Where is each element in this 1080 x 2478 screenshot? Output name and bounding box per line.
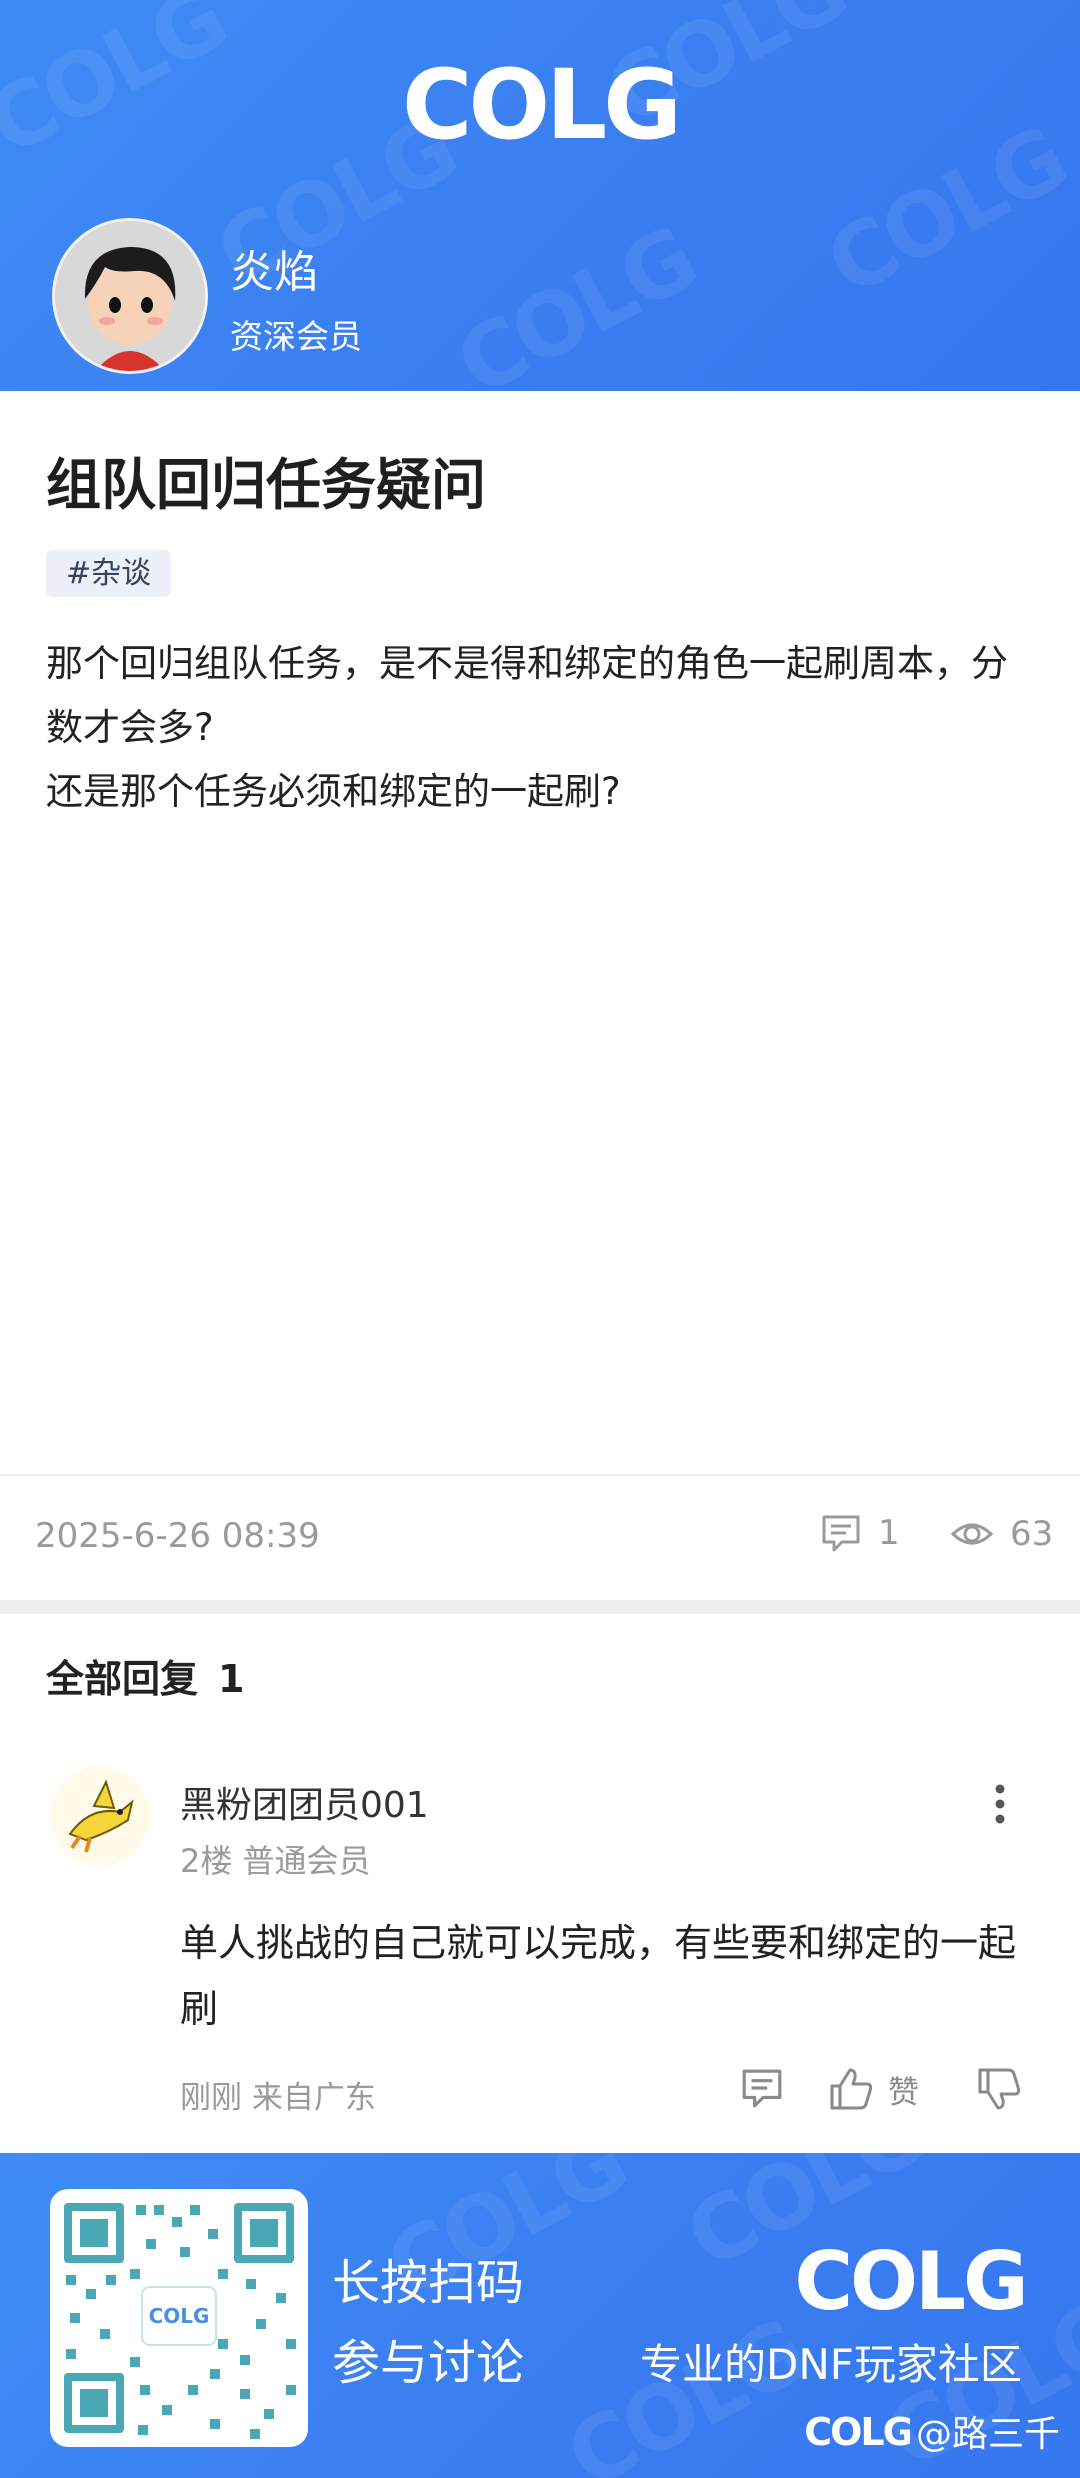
reply-username[interactable]: 黑粉团团员001 bbox=[180, 1776, 429, 1828]
watermark-pattern: COLG bbox=[440, 206, 712, 391]
svg-text:COLG: COLG bbox=[794, 2243, 1025, 2321]
comment-icon bbox=[742, 2069, 782, 2108]
scan-hint-line1: 长按扫码 bbox=[332, 2255, 525, 2311]
svg-text:COLG: COLG bbox=[149, 2304, 210, 2328]
reply-comment-button[interactable] bbox=[740, 2066, 784, 2110]
post-meta: 2025-6-26 08:39 1 63 bbox=[0, 1476, 1080, 1600]
reply-floor-level: 2楼 普通会员 bbox=[180, 1842, 371, 1880]
comment-count: 1 bbox=[878, 1513, 900, 1553]
dislike-button[interactable] bbox=[976, 2066, 1022, 2112]
eye-icon bbox=[950, 1523, 994, 1545]
watermark-pattern: COLG bbox=[810, 106, 1080, 317]
community-slogan: 专业的DNF玩家社区 bbox=[640, 2340, 1022, 2389]
scan-hint-line2: 参与讨论 bbox=[332, 2335, 525, 2391]
qr-code-icon: COLG bbox=[64, 2203, 296, 2439]
author-avatar[interactable] bbox=[52, 218, 208, 374]
more-options-icon[interactable] bbox=[976, 1780, 1024, 1828]
reply-avatar[interactable] bbox=[50, 1766, 150, 1866]
thumbs-down-icon bbox=[978, 2068, 1021, 2110]
colg-logo: COLG bbox=[794, 2243, 1028, 2321]
replies-heading: 全部回复 1 bbox=[46, 1648, 244, 1703]
comment-count-stat[interactable]: 1 bbox=[820, 1512, 900, 1554]
post-body-line: 那个回归组队任务，是不是得和绑定的角色一起刷周本，分数才会多? bbox=[46, 642, 1008, 749]
credit-username: @路三千 bbox=[915, 2414, 1060, 2455]
author-level: 资深会员 bbox=[230, 317, 362, 356]
post-title: 组队回归任务疑问 bbox=[46, 453, 487, 517]
view-count-stat: 63 bbox=[950, 1512, 1053, 1556]
colg-small-logo: COLG bbox=[806, 2411, 910, 2451]
like-label: 赞 bbox=[888, 2074, 919, 2111]
reply-time-location: 刚刚 来自广东 bbox=[180, 2080, 376, 2116]
svg-text:COLG: COLG bbox=[806, 2411, 910, 2451]
post-header: COLG COLG COLG COLG COLG COLG 炎焰 资深会员 bbox=[0, 0, 1080, 391]
share-banner: COLG COLG COLG COLG COLG 长按扫码 参与讨论 COLG … bbox=[0, 2153, 1080, 2478]
cartoon-boy-avatar-icon bbox=[55, 221, 205, 371]
replies-count: 1 bbox=[218, 1657, 245, 1701]
watermark-pattern: COLG bbox=[0, 0, 242, 177]
post-body-line: 还是那个任务必须和绑定的一起刷? bbox=[46, 770, 621, 813]
thumbs-up-icon bbox=[830, 2068, 873, 2110]
svg-text:COLG: COLG bbox=[404, 58, 676, 154]
replies-title: 全部回复 bbox=[46, 1657, 199, 1701]
like-button[interactable]: 赞 bbox=[828, 2066, 919, 2112]
reply-body: 单人挑战的自己就可以完成，有些要和绑定的一起刷 bbox=[180, 1921, 1017, 2031]
section-gap bbox=[0, 1600, 1080, 1614]
author-name[interactable]: 炎焰 bbox=[230, 236, 318, 300]
view-count: 63 bbox=[1010, 1514, 1054, 1554]
post-time: 2025-6-26 08:39 bbox=[35, 1516, 320, 1556]
yellow-bird-avatar-icon bbox=[50, 1766, 150, 1866]
topic-tag[interactable]: #杂谈 bbox=[46, 550, 172, 597]
comment-icon bbox=[822, 1515, 860, 1552]
post-body: 那个回归组队任务，是不是得和绑定的角色一起刷周本，分数才会多? 还是那个任务必须… bbox=[46, 632, 1036, 824]
colg-logo: COLG bbox=[404, 58, 676, 154]
qr-code[interactable]: COLG bbox=[50, 2189, 308, 2447]
watermark-credit: COLG @路三千 bbox=[806, 2405, 1060, 2457]
